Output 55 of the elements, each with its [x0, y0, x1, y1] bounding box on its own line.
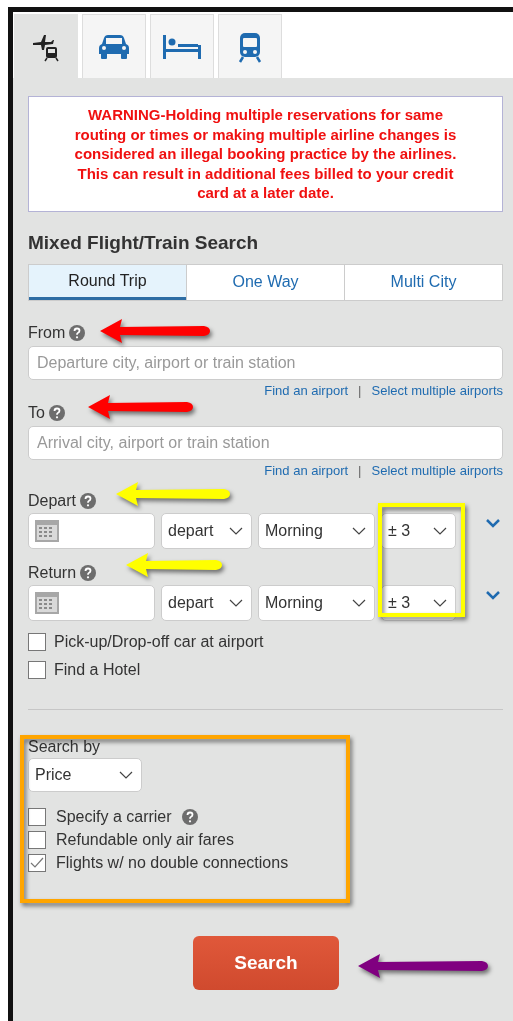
time-select[interactable]: Morning — [258, 512, 375, 549]
calendar-icon — [35, 591, 59, 614]
find-airport-link[interactable]: Find an airport — [264, 382, 349, 398]
chevron-down-icon — [119, 770, 133, 779]
train-icon — [238, 30, 262, 63]
form-title: Mixed Flight/Train Search — [28, 231, 260, 254]
link-separator: | — [358, 462, 362, 478]
find-airport-link[interactable]: Find an airport — [264, 462, 349, 478]
search-button[interactable]: Search — [193, 935, 339, 990]
mode-select[interactable]: depart — [161, 512, 252, 549]
location-input[interactable]: Arrival city, airport or train station — [28, 425, 503, 460]
help-icon[interactable] — [181, 808, 198, 825]
help-icon[interactable] — [80, 564, 97, 581]
chevron-down-icon — [229, 598, 243, 607]
link-separator: | — [358, 382, 362, 398]
bed-icon — [162, 34, 202, 59]
help-icon[interactable] — [69, 324, 86, 341]
search-by-select[interactable]: Price — [28, 757, 142, 792]
field-label: To — [28, 403, 45, 422]
chevron-down-icon — [229, 526, 243, 535]
chevron-down-icon[interactable] — [486, 591, 500, 600]
checkbox[interactable] — [28, 807, 46, 826]
trip-type-tab[interactable]: Round Trip — [29, 264, 186, 300]
mode-tab[interactable] — [14, 14, 78, 78]
flex-days-select[interactable]: ± 3 — [381, 512, 456, 549]
time-select[interactable]: Morning — [258, 584, 375, 621]
checkbox-label: Find a Hotel — [54, 660, 141, 679]
field-label: Return — [28, 563, 77, 582]
car-icon — [98, 33, 130, 60]
checkbox[interactable] — [28, 830, 46, 849]
chevron-down-icon — [352, 598, 366, 607]
chevron-down-icon — [433, 598, 447, 607]
search-by-label: Search by — [28, 737, 101, 756]
checkbox-label: Flights w/ no double connections — [56, 853, 289, 872]
calendar-icon — [35, 519, 59, 542]
checkbox-label: Refundable only air fares — [56, 830, 234, 849]
warning-message: WARNING-Holding multiple reservations for same routing or times or making multiple airline changes is considered an illegal booking practice by the airlines. This can result in additional fees billed to your credit card at a later date. — [28, 96, 503, 212]
chevron-down-icon[interactable] — [486, 519, 500, 528]
help-icon[interactable] — [80, 492, 97, 509]
help-icon[interactable] — [48, 404, 65, 421]
date-input[interactable] — [28, 512, 155, 549]
checkbox-label: Pick-up/Drop-off car at airport — [54, 632, 264, 651]
checkbox[interactable] — [28, 632, 46, 651]
checkbox[interactable] — [28, 660, 46, 679]
checkbox-label: Specify a carrier — [56, 807, 172, 826]
select-airports-link[interactable]: Select multiple airports — [371, 382, 503, 398]
chevron-down-icon — [352, 526, 366, 535]
checkbox[interactable] — [28, 853, 46, 872]
chevron-down-icon — [433, 526, 447, 535]
select-airports-link[interactable]: Select multiple airports — [371, 462, 503, 478]
field-label: From — [28, 323, 66, 342]
field-label: Depart — [28, 491, 77, 510]
date-input[interactable] — [28, 584, 155, 621]
location-input[interactable]: Departure city, airport or train station — [28, 345, 503, 380]
mode-select[interactable]: depart — [161, 584, 252, 621]
